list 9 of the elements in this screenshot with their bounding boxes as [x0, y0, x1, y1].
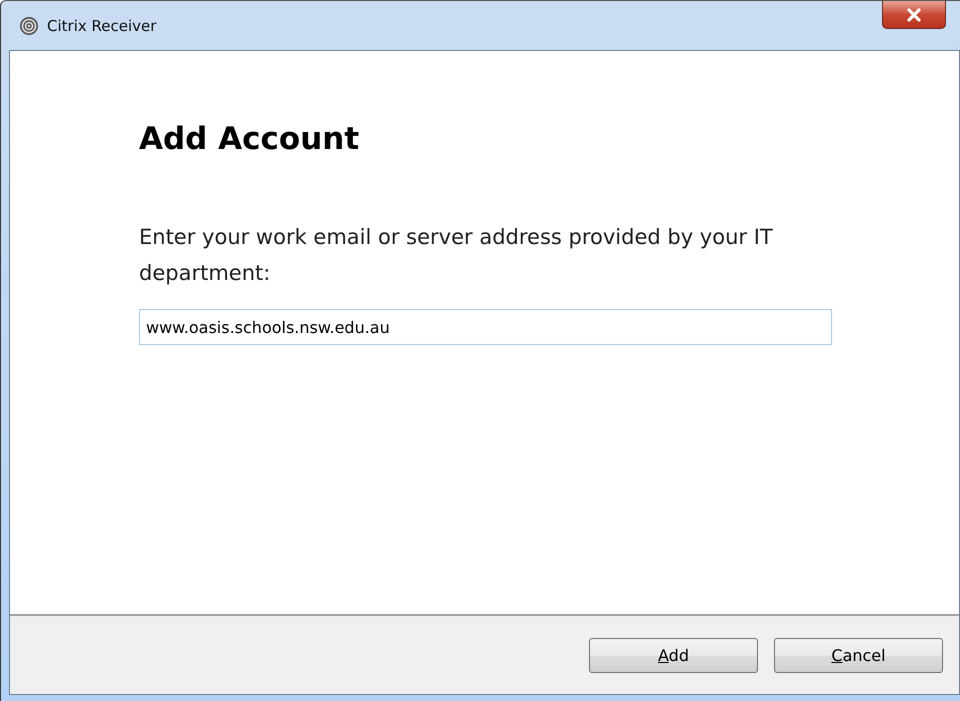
- close-button[interactable]: [882, 1, 946, 29]
- dialog-button[interactable]: Add: [589, 638, 758, 672]
- app-logo-icon: [19, 16, 39, 36]
- dialog-heading: Add Account: [139, 121, 360, 157]
- close-icon: [906, 8, 922, 22]
- dialog-button[interactable]: Cancel: [774, 638, 943, 672]
- address-field[interactable]: www.oasis.schools.nsw.edu.au: [139, 309, 832, 345]
- window-title: Citrix Receiver: [47, 16, 156, 34]
- prompt-text: Enter your work email or server address provided by your IT department:: [139, 224, 774, 287]
